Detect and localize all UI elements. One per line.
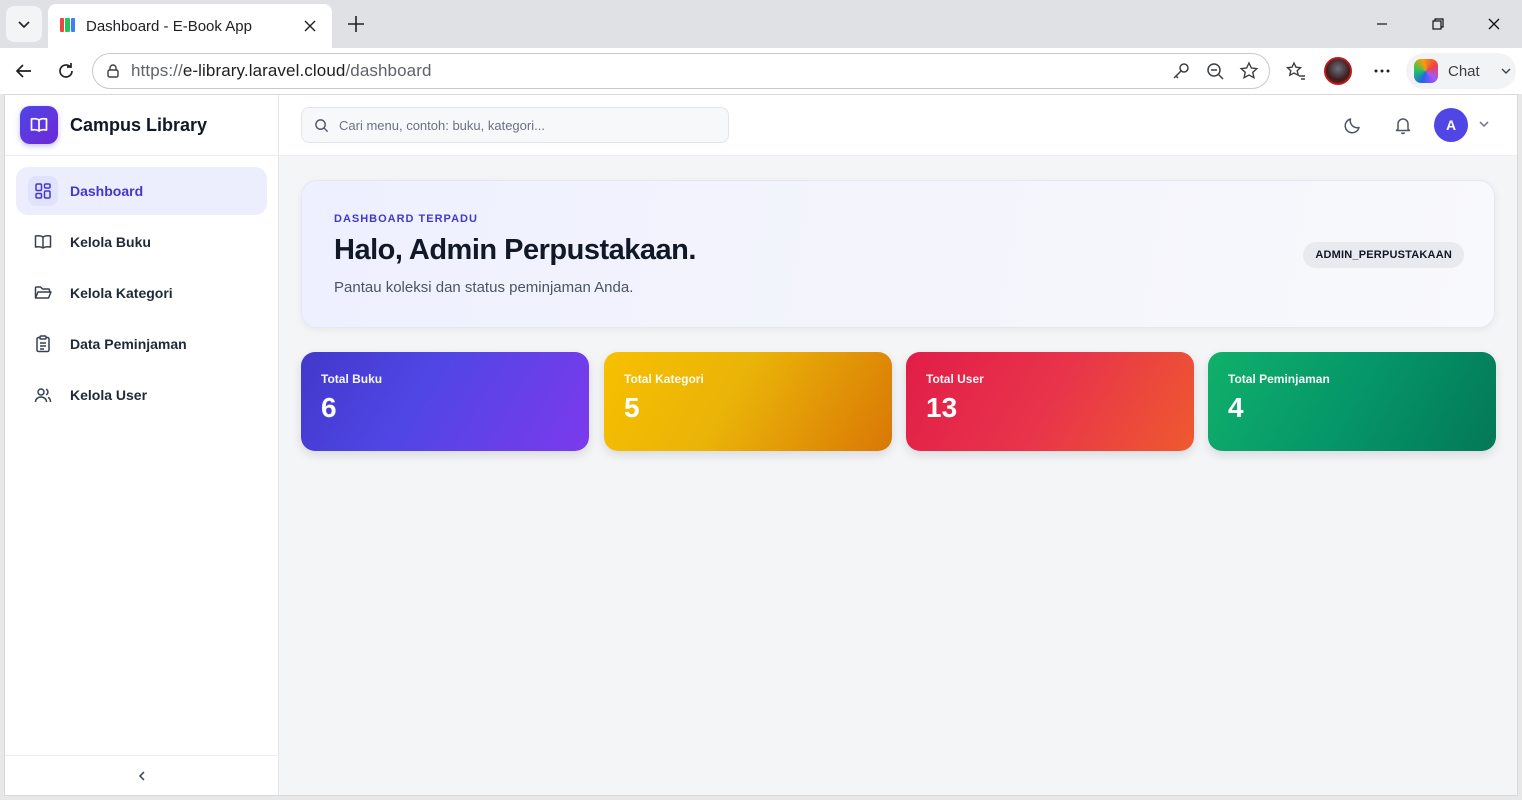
window-controls <box>1354 0 1522 48</box>
url-path: /dashboard <box>345 61 432 80</box>
hero-subtitle: Pantau koleksi dan status peminjaman And… <box>334 279 634 296</box>
arrow-left-icon <box>15 64 31 78</box>
restore-icon <box>1432 18 1444 30</box>
chevron-down-icon[interactable] <box>1477 117 1491 131</box>
sidebar-item-label: Dashboard <box>70 183 144 199</box>
bell-icon <box>1395 118 1411 135</box>
plus-icon <box>348 16 364 32</box>
grid-icon <box>28 176 58 206</box>
site-info-lock-icon <box>107 64 119 78</box>
new-tab-button[interactable] <box>340 8 372 40</box>
back-button[interactable] <box>8 55 40 87</box>
zoom-out-icon <box>1207 63 1224 80</box>
dark-mode-toggle[interactable] <box>1340 112 1366 138</box>
sidebar-item-data-peminjaman[interactable]: Data Peminjaman <box>16 320 267 368</box>
stat-label: Total Kategori <box>624 372 704 386</box>
browser-tab-bar: Dashboard - E-Book App <box>0 0 1522 48</box>
user-avatar[interactable]: A <box>1434 108 1468 142</box>
stat-card-total-kategori[interactable]: Total Kategori 5 <box>604 352 892 451</box>
reload-icon <box>59 63 73 78</box>
sidebar-item-label: Kelola User <box>70 387 148 403</box>
profile-avatar[interactable] <box>1324 57 1352 85</box>
copilot-chat-button[interactable]: Chat <box>1406 53 1516 89</box>
browser-toolbar: https://e-library.laravel.cloud/dashboar… <box>0 48 1522 94</box>
stat-value: 13 <box>926 392 958 423</box>
stat-card-total-peminjaman[interactable]: Total Peminjaman 4 <box>1208 352 1496 451</box>
users-icon <box>28 380 58 410</box>
role-badge: ADMIN_PERPUSTAKAAN <box>1303 242 1464 268</box>
sidebar: Campus Library Dashboard Kelola Buku Kel… <box>5 95 279 795</box>
folder-open-icon <box>28 278 58 308</box>
chevron-down-icon <box>1501 68 1511 74</box>
close-icon <box>304 20 316 32</box>
stat-card-total-buku[interactable]: Total Buku 6 <box>301 352 589 451</box>
sidebar-nav: Dashboard Kelola Buku Kelola Kategori Da… <box>5 156 278 419</box>
sidebar-item-kelola-kategori[interactable]: Kelola Kategori <box>16 269 267 317</box>
sidebar-item-kelola-buku[interactable]: Kelola Buku <box>16 218 267 266</box>
stat-value: 5 <box>624 392 640 423</box>
url-text: https://e-library.laravel.cloud/dashboar… <box>131 61 432 81</box>
welcome-banner: DASHBOARD TERPADU Halo, Admin Perpustaka… <box>301 180 1495 328</box>
favorite-button[interactable] <box>1237 59 1261 83</box>
restore-button[interactable] <box>1410 0 1466 48</box>
clipboard-icon <box>28 329 58 359</box>
collapse-sidebar-button[interactable] <box>5 755 278 795</box>
stat-label: Total User <box>926 372 984 386</box>
stat-card-total-user[interactable]: Total User 13 <box>906 352 1194 451</box>
url-host: e-library.laravel.cloud <box>182 61 346 80</box>
search-box[interactable] <box>301 107 729 143</box>
key-button[interactable] <box>1169 59 1193 83</box>
chevron-left-icon <box>138 770 145 781</box>
tab-title: Dashboard - E-Book App <box>86 17 252 35</box>
key-icon <box>1173 63 1189 79</box>
stat-value: 6 <box>321 392 337 423</box>
search-icon <box>315 118 329 132</box>
sidebar-item-label: Kelola Buku <box>70 234 151 250</box>
stat-value: 4 <box>1228 392 1244 423</box>
reload-button[interactable] <box>50 55 82 87</box>
zoom-button[interactable] <box>1203 59 1227 83</box>
stat-label: Total Peminjaman <box>1228 372 1330 386</box>
more-menu-button[interactable] <box>1366 55 1398 87</box>
app-window: Campus Library Dashboard Kelola Buku Kel… <box>4 94 1518 796</box>
main-content: DASHBOARD TERPADU Halo, Admin Perpustaka… <box>279 156 1517 795</box>
sidebar-item-label: Kelola Kategori <box>70 285 173 301</box>
window-close-button[interactable] <box>1466 0 1522 48</box>
close-icon <box>1488 18 1500 30</box>
favorites-button[interactable] <box>1280 55 1312 87</box>
minimize-icon <box>1377 23 1387 25</box>
favorites-star-list-icon <box>1285 61 1305 80</box>
topbar: A <box>279 95 1517 156</box>
minimize-button[interactable] <box>1354 0 1410 48</box>
brand[interactable]: Campus Library <box>5 95 278 156</box>
page-title: Halo, Admin Perpustakaan. <box>334 234 696 266</box>
hero-eyebrow: DASHBOARD TERPADU <box>334 213 478 225</box>
books-favicon-icon <box>60 18 76 34</box>
sidebar-item-dashboard[interactable]: Dashboard <box>16 167 267 215</box>
address-bar[interactable]: https://e-library.laravel.cloud/dashboar… <box>92 53 1270 89</box>
notifications-button[interactable] <box>1390 112 1416 138</box>
stat-label: Total Buku <box>321 372 383 386</box>
book-open-icon <box>28 227 58 257</box>
more-dots-icon <box>1374 69 1390 73</box>
chevron-down-icon <box>18 21 30 29</box>
brand-name: Campus Library <box>70 114 208 135</box>
copilot-icon <box>1414 59 1438 83</box>
url-prefix: https:// <box>131 61 183 80</box>
tab-list-button[interactable] <box>6 6 42 42</box>
book-logo-icon <box>20 106 58 144</box>
star-icon <box>1239 61 1259 80</box>
tab-close-button[interactable] <box>300 16 320 36</box>
search-input[interactable] <box>339 117 699 133</box>
sidebar-item-kelola-user[interactable]: Kelola User <box>16 371 267 419</box>
address-bar-actions <box>1169 54 1261 88</box>
sidebar-item-label: Data Peminjaman <box>70 336 187 352</box>
chat-label: Chat <box>1448 62 1480 80</box>
moon-icon <box>1344 118 1360 134</box>
browser-tab[interactable]: Dashboard - E-Book App <box>48 4 332 48</box>
